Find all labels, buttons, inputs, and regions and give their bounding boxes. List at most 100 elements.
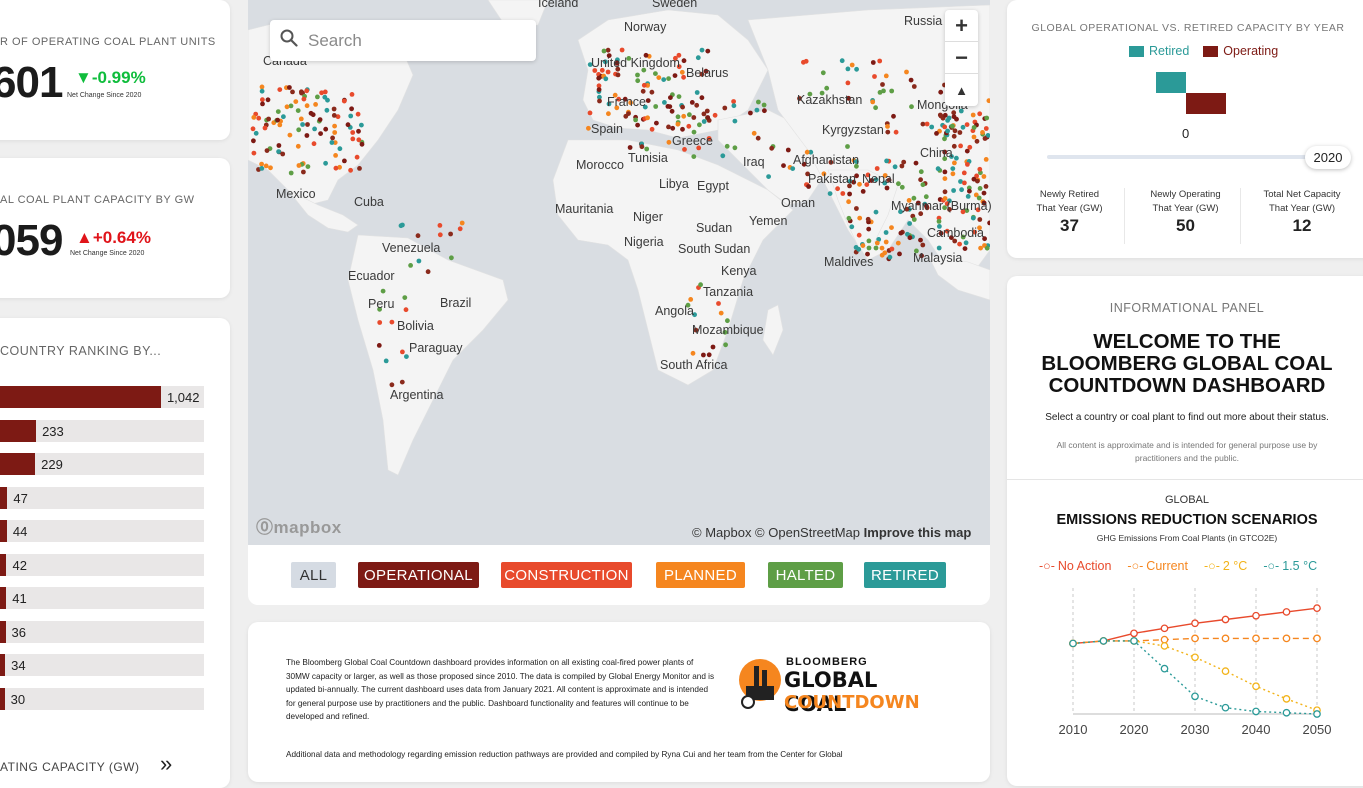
filter-halted-button[interactable]: HALTED [768,562,843,588]
country-label[interactable]: Kenya [721,264,756,278]
country-label[interactable]: Mauritania [555,202,613,216]
country-label[interactable]: Venezuela [382,241,440,255]
year-slider-handle[interactable]: 2020 [1305,146,1351,169]
ranking-row[interactable]: 233 [0,419,204,442]
retired-bar[interactable] [1156,72,1186,93]
ranking-row[interactable]: 41 [0,587,204,609]
filter-all-button[interactable]: ALL [291,562,336,588]
series-point [1069,639,1077,648]
country-label[interactable]: Tanzania [703,285,753,299]
country-label[interactable]: Niger [633,210,663,224]
country-label[interactable]: Bolivia [397,319,434,333]
legend-label: Current [1146,559,1188,573]
country-label[interactable]: Kyrgyzstan [822,123,884,137]
country-label[interactable]: Nepal [862,172,895,186]
improve-map-link[interactable]: Improve this map [864,525,972,540]
coal-plant-marker [962,180,967,186]
country-label[interactable]: Iceland [538,0,578,10]
ranking-value: 1,042 [166,390,200,405]
country-label[interactable]: Iraq [743,155,765,169]
ranking-row[interactable]: 44 [0,520,204,542]
chevron-right-icon[interactable]: » [160,751,172,777]
country-label[interactable]: Cuba [354,195,384,209]
zoom-in-button[interactable]: + [945,10,978,42]
country-label[interactable]: Belarus [686,66,728,80]
coal-plant-marker [639,144,645,150]
year-slider-track[interactable] [1047,155,1317,159]
filter-retired-button[interactable]: RETIRED [864,562,946,588]
legend-item[interactable]: -○- No Action [1039,559,1111,573]
ranking-title[interactable]: COUNTRY RANKING BY... [0,344,161,358]
legend-item[interactable]: -○- 2 °C [1204,559,1247,573]
ranking-row[interactable]: 47 [0,486,204,509]
country-label[interactable]: Maldives [824,255,873,269]
country-label[interactable]: Sweden [652,0,697,10]
coal-plant-marker [694,102,700,108]
emissions-chart[interactable]: 2010 2020 2030 2040 2050 [1055,576,1355,746]
country-label[interactable]: Norway [624,20,666,34]
ranking-row[interactable]: 42 [0,553,204,576]
ranking-row[interactable]: 229 [0,453,204,475]
country-label[interactable]: Paraguay [409,341,463,355]
country-label[interactable]: Sudan [696,221,732,235]
ranking-row[interactable]: 1,042 [0,386,204,408]
legend-retired[interactable]: Retired [1129,44,1189,58]
country-label[interactable]: Tunisia [628,151,668,165]
filter-operational-button[interactable]: OPERATIONAL [358,562,479,588]
country-label[interactable]: Peru [368,297,394,311]
filter-planned-button[interactable]: PLANNED [656,562,745,588]
country-label[interactable]: Russia [904,14,942,28]
country-label[interactable]: Mozambique [692,323,764,337]
country-label[interactable]: Brazil [440,296,471,310]
map-attribution[interactable]: © Mapbox © OpenStreetMap Improve this ma… [692,525,971,540]
zoom-out-button[interactable]: − [945,42,978,74]
coal-plant-marker [675,121,681,127]
country-label[interactable]: South Sudan [678,242,750,256]
search-input[interactable] [308,30,508,51]
coal-plant-marker [265,97,271,103]
country-label[interactable]: China [920,146,953,160]
ranking-row[interactable]: 30 [0,687,204,710]
country-label[interactable]: Egypt [697,179,729,193]
country-label[interactable]: United Kingdom [591,56,680,70]
operating-bar[interactable] [1186,93,1226,114]
coal-plant-marker [260,97,265,103]
country-label[interactable]: Libya [659,177,689,191]
country-label[interactable]: France [607,95,646,109]
country-label[interactable]: Kazakhstan [797,93,862,107]
mapbox-logo[interactable]: ⓪mapbox [256,513,342,538]
legend-operating[interactable]: Operating [1203,44,1278,58]
country-label[interactable]: Cambodia [927,226,984,240]
country-label[interactable]: Angola [655,304,694,318]
country-label[interactable]: Malaysia [913,251,962,265]
country-label[interactable]: Spain [591,122,623,136]
coal-plant-marker [722,105,728,111]
country-label[interactable]: Pakistan [808,172,856,186]
ranking-value: 47 [13,490,28,506]
coal-plant-marker [977,166,983,172]
coal-plant-marker [287,85,292,90]
country-label[interactable]: South Africa [660,358,727,372]
country-label[interactable]: Nigeria [624,235,664,249]
country-label[interactable]: Argentina [390,388,444,402]
country-label[interactable]: Mexico [276,187,316,201]
compass-icon[interactable]: ▲ [945,74,978,106]
country-label[interactable]: Greece [672,134,713,148]
filter-construction-button[interactable]: CONSTRUCTION [501,562,632,588]
x-tick-label: 2050 [1303,722,1332,737]
ranking-row[interactable]: 34 [0,654,204,676]
country-label[interactable]: Myanmar (Burma) [891,199,992,213]
series-point [1221,667,1230,676]
legend-item[interactable]: -○- Current [1127,559,1188,573]
country-label[interactable]: Morocco [576,158,624,172]
country-label[interactable]: Ecuador [348,269,395,283]
legend-item[interactable]: -○- 1.5 °C [1263,559,1317,573]
coal-plant-marker [380,288,386,294]
coal-plant-marker [415,233,421,239]
ranking-bar [0,654,6,676]
map-search[interactable] [270,20,536,61]
country-label[interactable]: Yemen [749,214,787,228]
country-label[interactable]: Oman [781,196,815,210]
ranking-row[interactable]: 36 [0,620,204,643]
country-label[interactable]: Afghanistan [793,153,859,167]
